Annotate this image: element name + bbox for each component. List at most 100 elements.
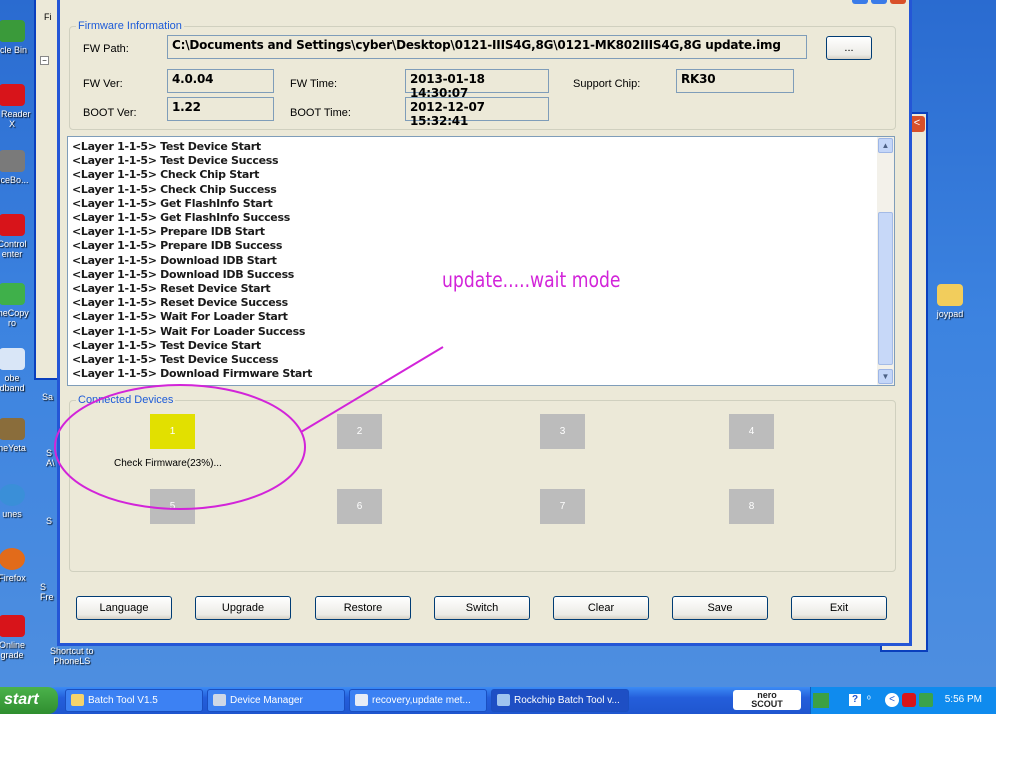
log-line: <Layer 1-1-5> Get FlashInfo Success: [72, 211, 290, 225]
language-button[interactable]: Language: [76, 596, 172, 620]
fw-time-field: 2013-01-18 14:30:07: [405, 69, 549, 100]
clear-button[interactable]: Clear: [553, 596, 649, 620]
close-icon[interactable]: [890, 0, 906, 4]
screenshot-margin: [996, 0, 1024, 768]
log-line: <Layer 1-1-5> Test Device Success: [72, 353, 279, 367]
device-slot-8[interactable]: 8: [729, 489, 774, 524]
taskbar-item-device-manager[interactable]: Device Manager: [207, 689, 345, 712]
log-line: <Layer 1-1-5> Prepare IDB Start: [72, 225, 265, 239]
system-tray: ? ᵒ < 5:56 PM: [810, 687, 996, 714]
device-slot-6[interactable]: 6: [337, 489, 382, 524]
desktop-icon-app[interactable]: neYeta: [0, 418, 42, 453]
desktop-icon-itunes[interactable]: unes: [0, 484, 42, 519]
log-line: <Layer 1-1-5> Test Device Start: [72, 140, 261, 153]
avira-icon: [0, 214, 25, 236]
exit-button[interactable]: Exit: [791, 596, 887, 620]
maximize-icon[interactable]: [871, 0, 887, 4]
device-slot-2[interactable]: 2: [337, 414, 382, 449]
rockchip-icon: [497, 694, 510, 706]
back-icon[interactable]: <: [885, 693, 899, 707]
nero-scout-toolbar[interactable]: nero SCOUT: [733, 690, 801, 710]
fw-ver-label: FW Ver:: [83, 78, 123, 90]
fw-path-field[interactable]: C:\Documents and Settings\cyber\Desktop\…: [167, 35, 807, 59]
device-slot-3[interactable]: 3: [540, 414, 585, 449]
log-lines: <Layer 1-1-5> Test Device Start <Layer 1-…: [72, 140, 312, 381]
desktop-icon-online-upgrade[interactable]: Online grade: [0, 615, 42, 660]
log-line: <Layer 1-1-5> Download IDB Start: [72, 253, 277, 267]
app-icon: [0, 418, 25, 440]
broadband-icon: [0, 348, 25, 370]
device-slot-7[interactable]: 7: [540, 489, 585, 524]
clock: 5:56 PM: [944, 694, 982, 705]
recycle-bin-icon: [0, 20, 25, 42]
support-chip-field: RK30: [676, 69, 794, 93]
taskbar-item-label: Device Manager: [230, 695, 303, 706]
network-icon[interactable]: [813, 693, 829, 708]
document-icon: [355, 694, 368, 706]
desktop-icon-firefox[interactable]: Firefox: [0, 548, 42, 583]
device-manager-icon: [213, 694, 226, 706]
log-line: <Layer 1-1-5> Check Chip Success: [72, 182, 277, 196]
device-slot-5[interactable]: 5: [150, 489, 195, 524]
desktop-shortcut-label[interactable]: Sa: [42, 392, 53, 402]
scroll-up-icon[interactable]: ▲: [878, 138, 893, 153]
desktop-shortcut-label[interactable]: S: [46, 516, 52, 526]
gamecopy-icon: [0, 283, 25, 305]
help-icon[interactable]: ?: [849, 694, 861, 706]
browse-button[interactable]: ...: [826, 36, 872, 60]
avira-tray-icon[interactable]: [902, 693, 916, 707]
scroll-down-icon[interactable]: ▼: [878, 369, 893, 384]
log-line: <Layer 1-1-5> Test Device Start: [72, 338, 261, 352]
support-chip-label: Support Chip:: [573, 78, 641, 90]
start-button[interactable]: start: [0, 687, 58, 714]
taskbar-item-label: Rockchip Batch Tool v...: [514, 695, 620, 706]
log-line: <Layer 1-1-5> Wait For Loader Success: [72, 324, 306, 338]
taskbar-item-recovery-document[interactable]: recovery,update met...: [349, 689, 487, 712]
desktop-shortcut-label[interactable]: S Fre: [40, 582, 54, 602]
log-line: <Layer 1-1-5> Get FlashInfo Start: [72, 196, 273, 210]
taskbar-item-rockchip-batch-tool[interactable]: Rockchip Batch Tool v...: [491, 689, 629, 712]
adobe-reader-icon: [0, 84, 25, 106]
taskbar: start Batch Tool V1.5 Device Manager rec…: [0, 687, 996, 714]
save-button[interactable]: Save: [672, 596, 768, 620]
upgrade-button[interactable]: Upgrade: [195, 596, 291, 620]
connected-devices-legend: Connected Devices: [78, 394, 174, 406]
background-window-menu: Fi: [44, 12, 52, 22]
log-scrollbar[interactable]: ▲ ▼: [877, 137, 894, 385]
firefox-icon: [0, 548, 25, 570]
fw-ver-field: 4.0.04: [167, 69, 274, 93]
taskbar-item-label: recovery,update met...: [372, 695, 471, 706]
switch-button[interactable]: Switch: [434, 596, 530, 620]
desktop-icon-joypad[interactable]: joypad: [920, 284, 980, 319]
log-line: <Layer 1-1-5> Download Firmware Start: [72, 367, 313, 381]
minimize-icon[interactable]: [852, 0, 868, 4]
firmware-information-legend: Firmware Information: [78, 20, 182, 32]
folder-icon: [937, 284, 963, 306]
safely-remove-icon[interactable]: ᵒ: [867, 694, 879, 706]
taskbar-item-batch-tool[interactable]: Batch Tool V1.5: [65, 689, 203, 712]
log-line: <Layer 1-1-5> Reset Device Start: [72, 282, 271, 296]
device-slot-1[interactable]: 1: [150, 414, 195, 449]
restore-button[interactable]: Restore: [315, 596, 411, 620]
display-icon[interactable]: [919, 693, 933, 707]
itunes-icon: [0, 484, 25, 506]
online-upgrade-icon: [0, 615, 25, 637]
log-line: <Layer 1-1-5> Download IDB Success: [72, 267, 295, 281]
log-output[interactable]: <Layer 1-1-5> Test Device Start <Layer 1-…: [67, 136, 895, 386]
balance-board-icon: [0, 150, 25, 172]
boot-ver-field: 1.22: [167, 97, 274, 121]
log-line: <Layer 1-1-5> Check Chip Start: [72, 168, 260, 182]
scroll-thumb[interactable]: [878, 212, 893, 365]
log-line: <Layer 1-1-5> Reset Device Success: [72, 296, 288, 310]
desktop-shortcut-label[interactable]: S A\: [46, 448, 55, 468]
desktop-shortcut-label[interactable]: Shortcut to PhoneLS: [50, 646, 94, 666]
fw-path-label: FW Path:: [83, 43, 129, 55]
folder-icon: [71, 694, 84, 706]
boot-time-label: BOOT Time:: [290, 107, 351, 119]
device-slot-4[interactable]: 4: [729, 414, 774, 449]
annotation-text: update.....wait mode: [442, 268, 621, 292]
log-line: <Layer 1-1-5> Prepare IDB Success: [72, 239, 283, 253]
log-line: <Layer 1-1-5> Wait For Loader Start: [72, 310, 288, 324]
taskbar-item-label: Batch Tool V1.5: [88, 695, 158, 706]
boot-ver-label: BOOT Ver:: [83, 107, 137, 119]
